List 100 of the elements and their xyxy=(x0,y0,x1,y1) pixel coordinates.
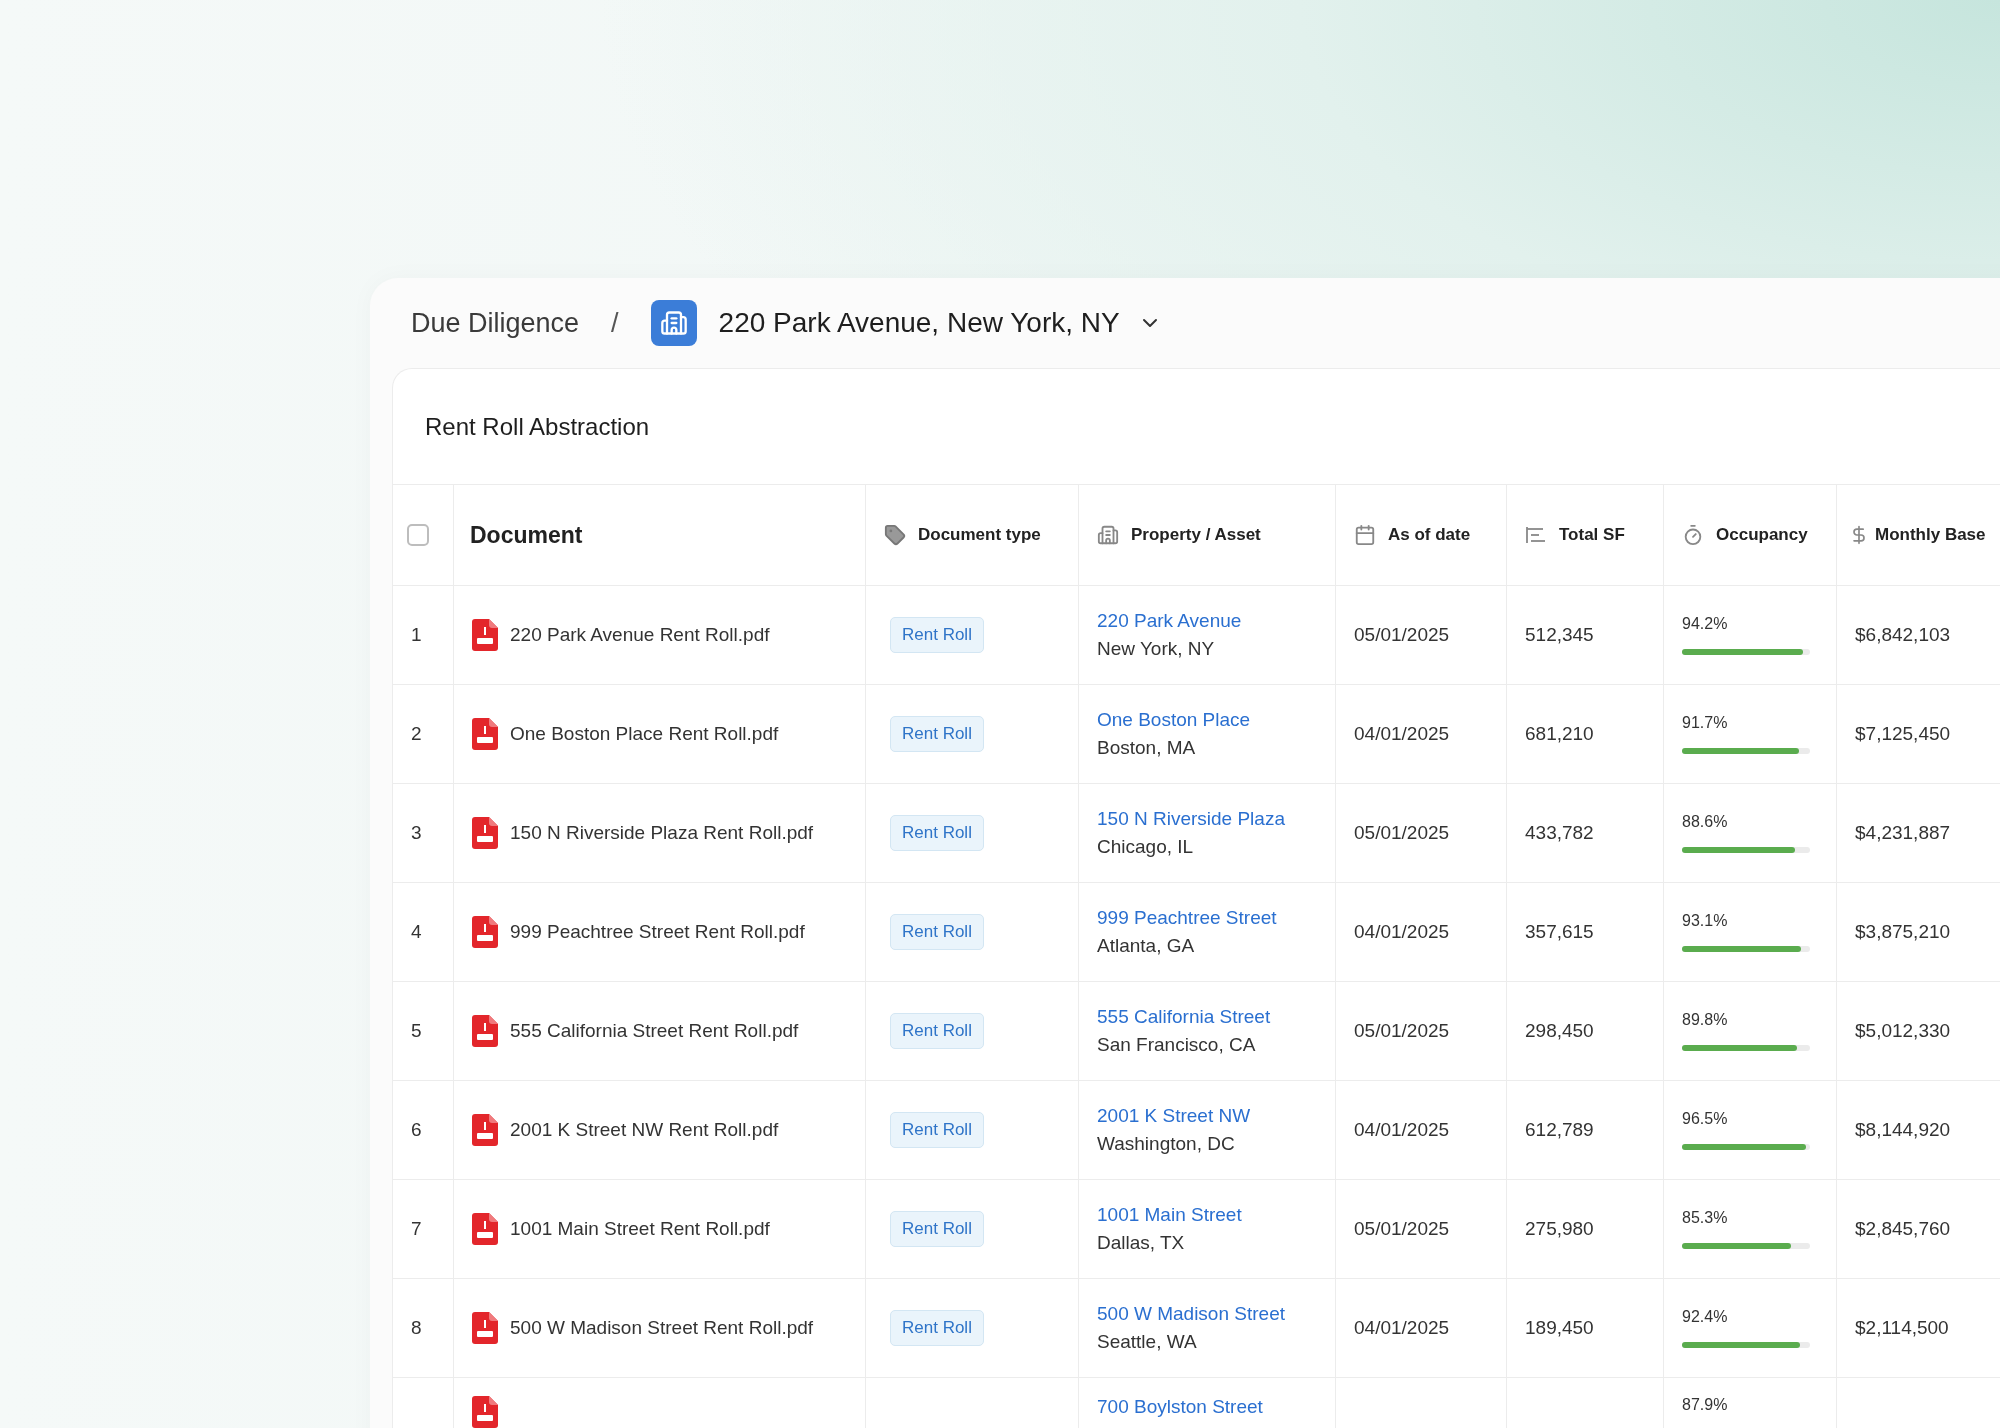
total-sf: 275,980 xyxy=(1525,1218,1594,1240)
building-icon xyxy=(650,300,697,346)
occupancy-value: 85.3% xyxy=(1682,1209,1728,1227)
document-name[interactable]: 1001 Main Street Rent Roll.pdf xyxy=(510,1218,770,1240)
column-header[interactable]: Property / Asset xyxy=(1131,525,1261,545)
column-header[interactable]: Document type xyxy=(918,525,1041,545)
property-link[interactable]: 999 Peachtree Street xyxy=(1097,907,1277,929)
document-name[interactable]: 999 Peachtree Street Rent Roll.pdf xyxy=(510,921,805,943)
property-location: Washington, DC xyxy=(1097,1133,1235,1155)
panel-title: Rent Roll Abstraction xyxy=(425,412,650,441)
pdf-file-icon xyxy=(472,1312,498,1344)
property-location: New York, NY xyxy=(1097,638,1215,660)
pdf-file-icon xyxy=(472,718,498,750)
occupancy-value: 96.5% xyxy=(1682,1110,1728,1128)
property-link[interactable]: One Boston Place xyxy=(1097,709,1251,731)
pdf-file-icon xyxy=(472,817,498,849)
building-icon xyxy=(1097,524,1119,546)
column-header[interactable]: Occupancy xyxy=(1716,525,1808,545)
occupancy-value: 88.6% xyxy=(1682,813,1728,831)
monthly-base: $3,875,210 xyxy=(1855,921,1951,943)
document-type-tag: Rent Roll xyxy=(890,1013,984,1049)
occupancy-value: 92.4% xyxy=(1682,1308,1728,1326)
property-location: Dallas, TX xyxy=(1097,1232,1185,1254)
column-header[interactable]: Total SF xyxy=(1559,525,1625,545)
total-sf: 357,615 xyxy=(1525,921,1594,943)
as-of-date: 04/01/2025 xyxy=(1354,723,1450,745)
as-of-date: 04/01/2025 xyxy=(1354,1119,1450,1141)
monthly-base: $4,231,887 xyxy=(1855,822,1951,844)
property-link[interactable]: 555 California Street xyxy=(1097,1006,1271,1028)
pdf-file-icon xyxy=(472,619,498,651)
total-sf: 298,450 xyxy=(1525,1020,1594,1042)
monthly-base: $8,144,920 xyxy=(1855,1119,1951,1141)
document-type-tag: Rent Roll xyxy=(890,617,984,653)
row-number: 3 xyxy=(411,822,422,844)
occupancy-value: 94.2% xyxy=(1682,615,1728,633)
row-number: 8 xyxy=(411,1317,422,1339)
document-name[interactable]: 555 California Street Rent Roll.pdf xyxy=(510,1020,799,1042)
total-sf: 433,782 xyxy=(1525,822,1594,844)
occupancy-value: 91.7% xyxy=(1682,714,1728,732)
property-link[interactable]: 500 W Madison Street xyxy=(1097,1303,1285,1325)
property-link[interactable]: 700 Boylston Street xyxy=(1097,1396,1263,1418)
monthly-base: $2,114,500 xyxy=(1855,1317,1949,1339)
property-link[interactable]: 1001 Main Street xyxy=(1097,1204,1242,1226)
pdf-file-icon xyxy=(472,1114,498,1146)
document-name[interactable]: 220 Park Avenue Rent Roll.pdf xyxy=(510,624,770,646)
column-header[interactable]: Monthly Base xyxy=(1875,525,1986,545)
total-sf: 189,450 xyxy=(1525,1317,1594,1339)
property-location: Seattle, WA xyxy=(1097,1331,1197,1353)
breadcrumb-link[interactable]: Due Diligence xyxy=(411,307,580,339)
calendar-icon xyxy=(1354,524,1376,546)
timer-icon xyxy=(1682,524,1704,546)
column-header[interactable]: As of date xyxy=(1388,525,1471,545)
property-location: Atlanta, GA xyxy=(1097,935,1195,957)
document-type-tag: Rent Roll xyxy=(890,815,984,851)
property-link[interactable]: 2001 K Street NW xyxy=(1097,1105,1251,1127)
row-number: 7 xyxy=(411,1218,422,1240)
property-selector[interactable]: 220 Park Avenue, New York, NY xyxy=(718,307,1162,339)
property-location: Chicago, IL xyxy=(1097,836,1194,858)
pdf-file-icon xyxy=(472,1015,498,1047)
occupancy-value: 93.1% xyxy=(1682,912,1728,930)
row-number: 2 xyxy=(411,723,422,745)
row-number: 5 xyxy=(411,1020,422,1042)
as-of-date: 04/01/2025 xyxy=(1354,1317,1450,1339)
total-sf: 612,789 xyxy=(1525,1119,1594,1141)
document-type-tag: Rent Roll xyxy=(890,1112,984,1148)
property-link[interactable]: 220 Park Avenue xyxy=(1097,610,1242,632)
lines-icon xyxy=(1525,525,1547,545)
as-of-date: 05/01/2025 xyxy=(1354,1020,1450,1042)
property-location: San Francisco, CA xyxy=(1097,1034,1256,1056)
document-name[interactable]: One Boston Place Rent Roll.pdf xyxy=(510,723,779,745)
monthly-base: $7,125,450 xyxy=(1855,723,1951,745)
document-name[interactable]: 500 W Madison Street Rent Roll.pdf xyxy=(510,1317,814,1339)
breadcrumb-separator: / xyxy=(611,307,619,339)
document-name[interactable]: 150 N Riverside Plaza Rent Roll.pdf xyxy=(510,822,814,844)
property-link[interactable]: 150 N Riverside Plaza xyxy=(1097,808,1285,830)
monthly-base: $2,845,760 xyxy=(1855,1218,1951,1240)
monthly-base: $5,012,330 xyxy=(1855,1020,1951,1042)
row-number: 4 xyxy=(411,921,422,943)
as-of-date: 05/01/2025 xyxy=(1354,624,1450,646)
as-of-date: 05/01/2025 xyxy=(1354,1218,1450,1240)
row-number: 6 xyxy=(411,1119,422,1141)
property-location: Boston, MA xyxy=(1097,737,1196,759)
document-type-tag: Rent Roll xyxy=(890,1211,984,1247)
document-type-tag: Rent Roll xyxy=(890,914,984,950)
occupancy-value: 87.9% xyxy=(1682,1396,1728,1414)
total-sf: 681,210 xyxy=(1525,723,1594,745)
tag-icon xyxy=(884,524,906,546)
as-of-date: 04/01/2025 xyxy=(1354,921,1450,943)
pdf-file-icon xyxy=(472,1213,498,1245)
as-of-date: 05/01/2025 xyxy=(1354,822,1450,844)
document-name[interactable]: 2001 K Street NW Rent Roll.pdf xyxy=(510,1119,779,1141)
row-number: 1 xyxy=(411,624,422,646)
select-all-checkbox[interactable] xyxy=(407,524,429,546)
column-header[interactable]: Document xyxy=(470,521,583,549)
occupancy-value: 89.8% xyxy=(1682,1011,1728,1029)
monthly-base: $6,842,103 xyxy=(1855,624,1951,646)
total-sf: 512,345 xyxy=(1525,624,1594,646)
document-type-tag: Rent Roll xyxy=(890,1310,984,1346)
document-type-tag: Rent Roll xyxy=(890,716,984,752)
pdf-file-icon xyxy=(472,916,498,948)
